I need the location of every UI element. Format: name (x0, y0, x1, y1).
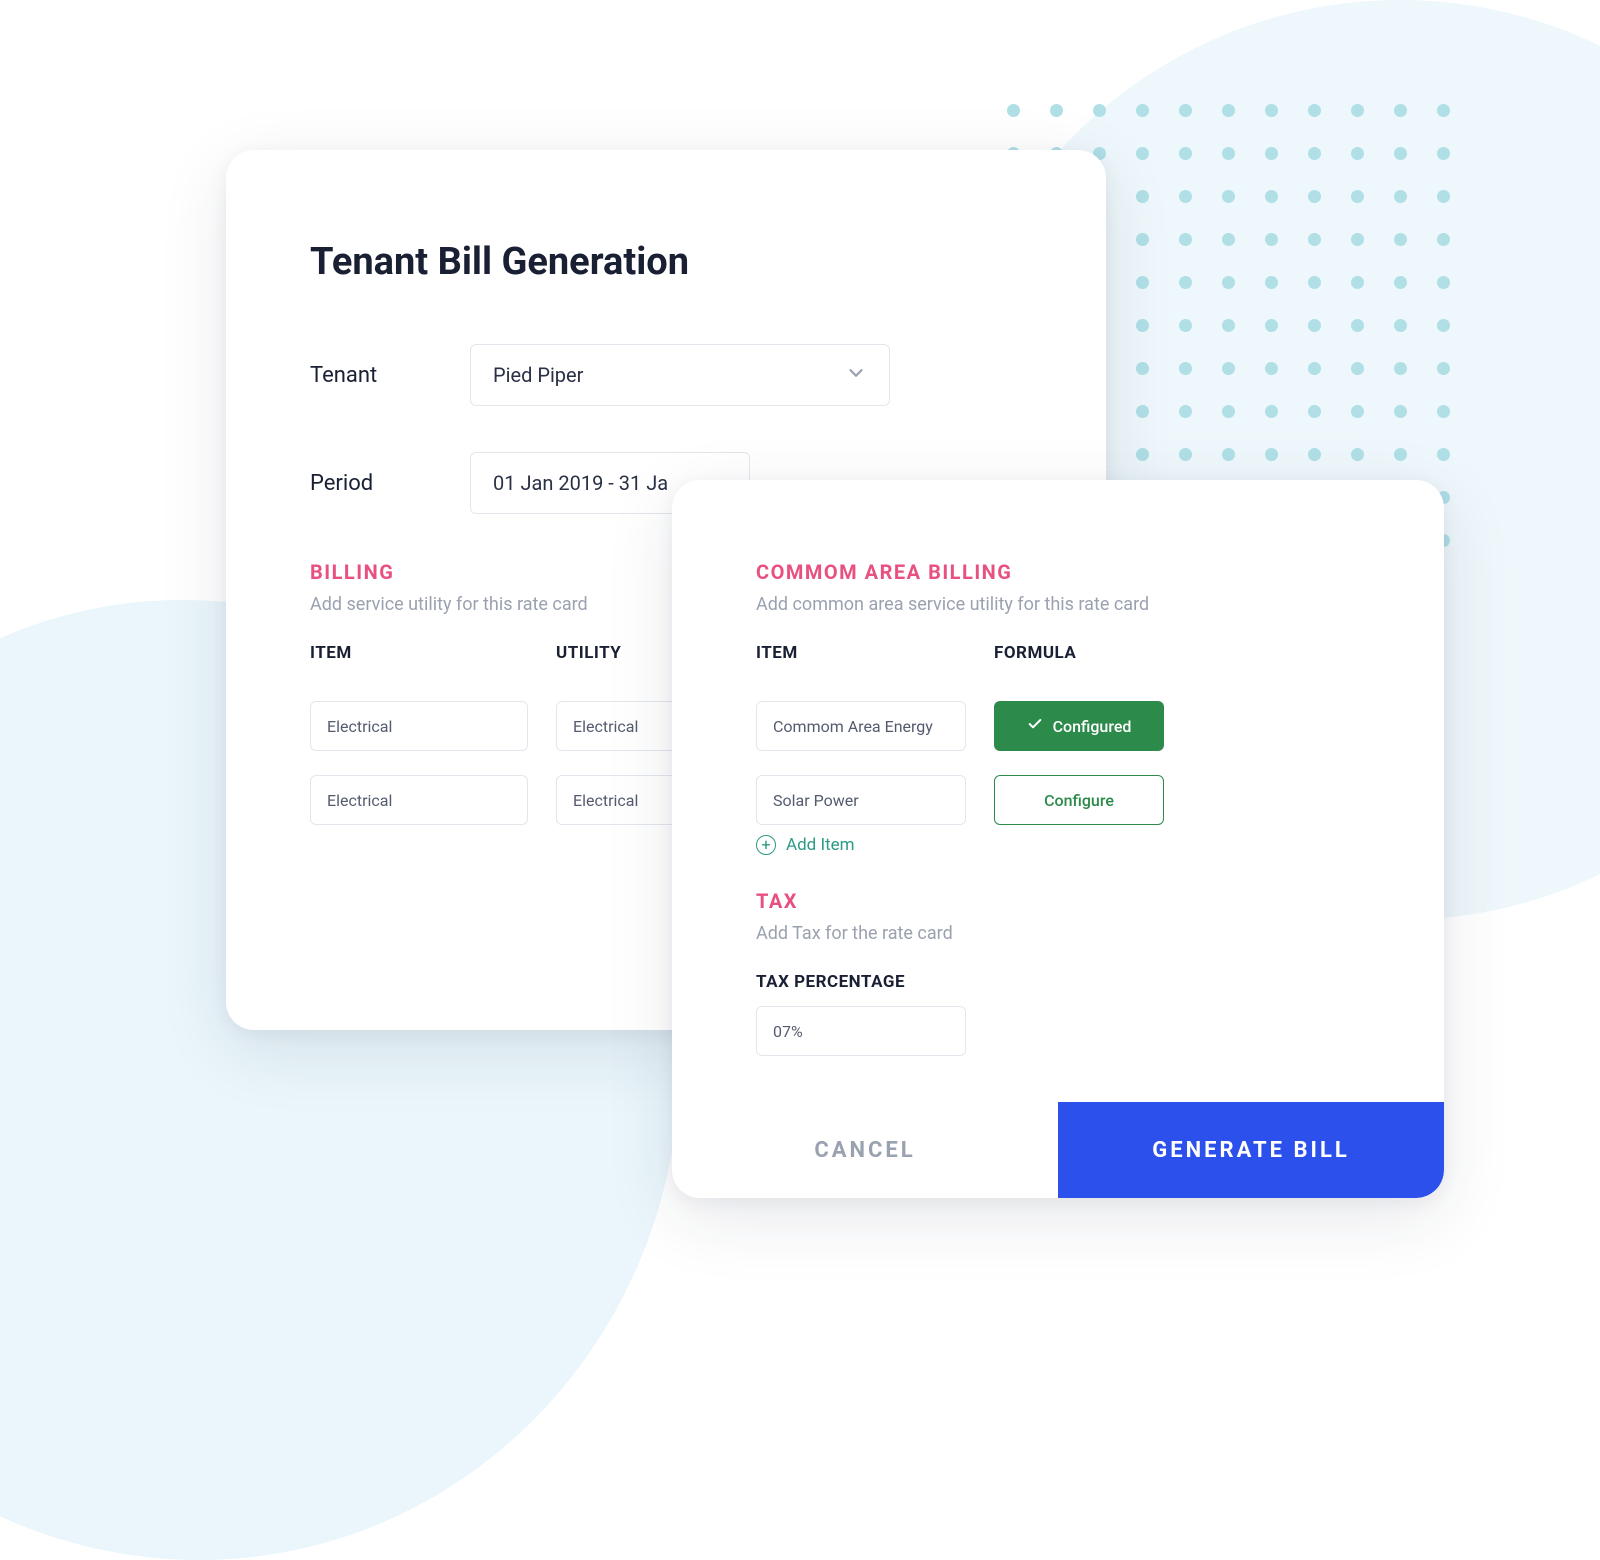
cancel-button[interactable]: CANCEL (672, 1102, 1058, 1198)
page-title: Tenant Bill Generation (310, 240, 1026, 284)
add-item-button[interactable]: + Add Item (756, 835, 1360, 855)
billing-utility-input[interactable]: Electrical (556, 775, 676, 825)
configure-label: Configure (1044, 791, 1114, 810)
common-item-input[interactable]: Commom Area Energy (756, 701, 966, 751)
tax-percentage-input[interactable]: 07% (756, 1006, 966, 1056)
footer-bar: CANCEL GENERATE BILL (672, 1102, 1444, 1198)
common-area-card: COMMOM AREA BILLING Add common area serv… (672, 480, 1444, 1198)
common-item-input[interactable]: Solar Power (756, 775, 966, 825)
tenant-select[interactable]: Pied Piper (470, 344, 890, 406)
tax-sub: Add Tax for the rate card (756, 923, 1360, 944)
add-item-label: Add Item (786, 835, 855, 855)
tenant-field-row: Tenant Pied Piper (310, 344, 1026, 406)
tenant-label: Tenant (310, 363, 400, 388)
configured-button[interactable]: Configured (994, 701, 1164, 751)
tenant-select-value: Pied Piper (493, 363, 583, 387)
billing-col-item: ITEM (310, 643, 528, 663)
common-col-item: ITEM (756, 643, 966, 663)
chevron-down-icon (845, 362, 867, 389)
check-icon (1027, 716, 1043, 736)
tax-field-label: TAX PERCENTAGE (756, 972, 1360, 992)
period-input-value: 01 Jan 2019 - 31 Ja (493, 471, 668, 495)
billing-utility-input[interactable]: Electrical (556, 701, 676, 751)
plus-circle-icon: + (756, 835, 776, 855)
billing-item-input[interactable]: Electrical (310, 701, 528, 751)
configured-label: Configured (1053, 717, 1132, 736)
tax-heading: TAX (756, 889, 1360, 913)
period-label: Period (310, 471, 400, 496)
common-col-formula: FORMULA (994, 643, 1164, 663)
billing-item-input[interactable]: Electrical (310, 775, 528, 825)
configure-button[interactable]: Configure (994, 775, 1164, 825)
generate-bill-button[interactable]: GENERATE BILL (1058, 1102, 1444, 1198)
common-area-sub: Add common area service utility for this… (756, 594, 1360, 615)
common-area-heading: COMMOM AREA BILLING (756, 560, 1360, 584)
